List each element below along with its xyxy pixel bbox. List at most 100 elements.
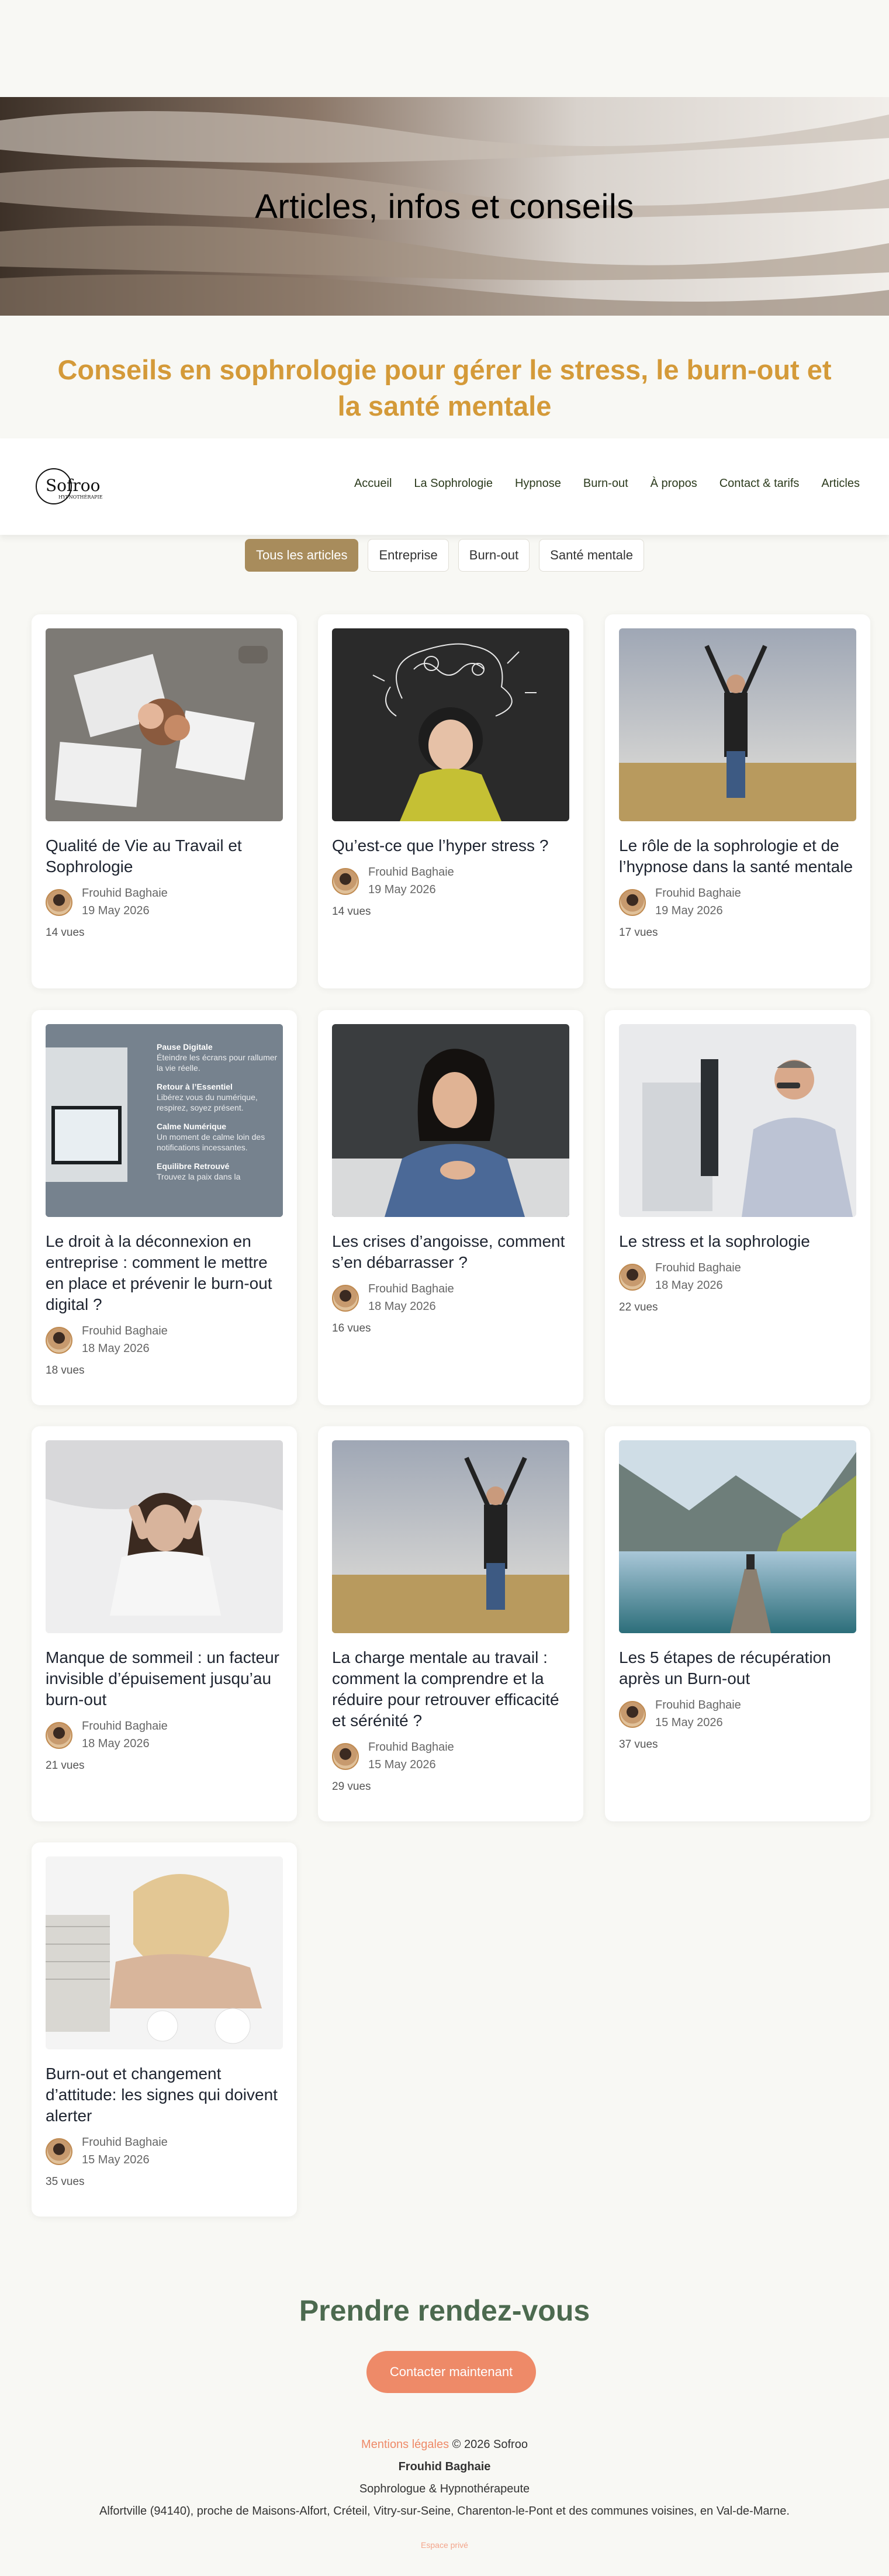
article-image <box>619 1440 856 1633</box>
article-date: 18 May 2026 <box>82 1737 150 1750</box>
article-date: 19 May 2026 <box>655 904 723 917</box>
page-title: Articles, infos et conseils <box>255 187 634 226</box>
article-date: 15 May 2026 <box>655 1716 723 1729</box>
logo-text: Sofroo <box>46 476 101 495</box>
article-image <box>332 1440 569 1633</box>
logo-subtext: HYPNOTHÉRAPIE <box>58 495 103 500</box>
teamwork-hands-image <box>46 628 283 821</box>
author-name: Frouhid Baghaie <box>368 866 454 879</box>
article-image <box>332 628 569 821</box>
author-name: Frouhid Baghaie <box>368 1282 454 1295</box>
article-card[interactable]: Qualité de Vie au Travail et Sophrologie… <box>32 614 297 988</box>
article-title[interactable]: Les crises d’angoisse, comment s’en déba… <box>332 1231 569 1273</box>
author-row: Frouhid Baghaie 18 May 2026 <box>332 1280 569 1315</box>
footer-role: Sophrologue & Hypnothérapeute <box>359 2482 530 2495</box>
author-meta: Frouhid Baghaie 18 May 2026 <box>82 1322 168 1357</box>
author-avatar <box>332 1285 359 1312</box>
detox-item-title: Equilibre Retrouvé <box>157 1161 230 1171</box>
digital-detox-list: Pause Digitale Éteindre les écrans pour … <box>157 1042 279 1182</box>
author-avatar <box>332 868 359 895</box>
detox-item-text: Éteindre les écrans pour rallumer la vie… <box>157 1053 278 1073</box>
footer-legal-line: Mentions légales © 2026 Sofroo <box>0 2433 889 2456</box>
author-name: Frouhid Baghaie <box>655 1699 741 1711</box>
nav-link-contact[interactable]: Contact & tarifs <box>719 477 800 490</box>
detox-item-text: Libérez vous du numérique, respirez, soy… <box>157 1092 258 1112</box>
author-avatar <box>619 1701 646 1728</box>
author-avatar <box>46 2138 72 2165</box>
page-subtitle: Conseils en sophrologie pour gérer le st… <box>57 354 832 421</box>
article-card[interactable]: Manque de sommeil : un facteur invisible… <box>32 1426 297 1821</box>
nav-link-articles[interactable]: Articles <box>821 477 860 490</box>
author-name: Frouhid Baghaie <box>368 1741 454 1754</box>
article-views: 29 vues <box>332 1780 371 1793</box>
detox-item-title: Retour à l’Essentiel <box>157 1082 233 1091</box>
private-space-link[interactable]: Espace privé <box>0 2540 889 2550</box>
article-image <box>619 1024 856 1217</box>
author-row: Frouhid Baghaie 19 May 2026 <box>332 863 569 898</box>
filter-entreprise[interactable]: Entreprise <box>368 539 449 572</box>
lake-pier-image <box>619 1440 856 1633</box>
author-row: Frouhid Baghaie 15 May 2026 <box>46 2134 283 2169</box>
filter-all[interactable]: Tous les articles <box>244 539 359 572</box>
article-image: Pause Digitale Éteindre les écrans pour … <box>46 1024 283 1217</box>
nav-link-sophrologie[interactable]: La Sophrologie <box>414 477 493 490</box>
author-avatar <box>46 889 72 916</box>
article-image <box>332 1024 569 1217</box>
article-title[interactable]: La charge mentale au travail : comment l… <box>332 1647 569 1731</box>
article-card[interactable]: Les crises d’angoisse, comment s’en déba… <box>318 1010 583 1405</box>
article-title[interactable]: Qualité de Vie au Travail et Sophrologie <box>46 835 283 877</box>
author-meta: Frouhid Baghaie 15 May 2026 <box>655 1696 741 1731</box>
article-title[interactable]: Manque de sommeil : un facteur invisible… <box>46 1647 283 1710</box>
article-title[interactable]: Les 5 étapes de récupération après un Bu… <box>619 1647 856 1689</box>
article-card[interactable]: Burn-out et changement d’attitude: les s… <box>32 1842 297 2217</box>
article-image <box>46 1856 283 2049</box>
article-title[interactable]: Burn-out et changement d’attitude: les s… <box>46 2063 283 2127</box>
navbar: Sofroo HYPNOTHÉRAPIE Accueil La Sophrolo… <box>0 438 889 535</box>
article-card[interactable]: La charge mentale au travail : comment l… <box>318 1426 583 1821</box>
article-title[interactable]: Le rôle de la sophrologie et de l’hypnos… <box>619 835 856 877</box>
hero-banner: Articles, infos et conseils <box>0 97 889 316</box>
copyright-text: © 2026 Sofroo <box>449 2438 528 2451</box>
nav-link-hypnose[interactable]: Hypnose <box>515 477 561 490</box>
nav-link-a-propos[interactable]: À propos <box>651 477 697 490</box>
author-meta: Frouhid Baghaie 15 May 2026 <box>368 1738 454 1773</box>
filter-burnout[interactable]: Burn-out <box>458 539 530 572</box>
article-title[interactable]: Qu’est-ce que l’hyper stress ? <box>332 835 569 856</box>
article-views: 14 vues <box>332 905 371 918</box>
author-meta: Frouhid Baghaie 15 May 2026 <box>82 2134 168 2169</box>
legal-link[interactable]: Mentions légales <box>361 2438 449 2451</box>
article-card[interactable]: Les 5 étapes de récupération après un Bu… <box>605 1426 870 1821</box>
article-views: 17 vues <box>619 926 658 939</box>
author-row: Frouhid Baghaie 18 May 2026 <box>46 1717 283 1752</box>
article-views: 22 vues <box>619 1301 658 1313</box>
article-card[interactable]: Pause Digitale Éteindre les écrans pour … <box>32 1010 297 1405</box>
author-name: Frouhid Baghaie <box>82 1325 168 1337</box>
author-avatar <box>46 1327 72 1354</box>
footer-name: Frouhid Baghaie <box>398 2460 491 2473</box>
contact-button[interactable]: Contacter maintenant <box>366 2351 536 2393</box>
burnout-desk-image <box>46 1856 283 2049</box>
article-card[interactable]: Le stress et la sophrologie Frouhid Bagh… <box>605 1010 870 1405</box>
author-avatar <box>619 889 646 916</box>
sleepless-woman-image <box>46 1440 283 1633</box>
filter-sante-mentale[interactable]: Santé mentale <box>539 539 645 572</box>
article-title[interactable]: Le droit à la déconnexion en entreprise … <box>46 1231 283 1315</box>
article-image <box>46 1440 283 1633</box>
author-meta: Frouhid Baghaie 18 May 2026 <box>368 1280 454 1315</box>
article-title[interactable]: Le stress et la sophrologie <box>619 1231 856 1252</box>
author-name: Frouhid Baghaie <box>82 2136 168 2149</box>
author-meta: Frouhid Baghaie 19 May 2026 <box>368 863 454 898</box>
article-views: 14 vues <box>46 926 85 939</box>
article-date: 15 May 2026 <box>82 2153 150 2166</box>
author-avatar <box>332 1743 359 1770</box>
article-card[interactable]: Qu’est-ce que l’hyper stress ? Frouhid B… <box>318 614 583 988</box>
author-row: Frouhid Baghaie 18 May 2026 <box>619 1259 856 1294</box>
nav-link-burnout[interactable]: Burn-out <box>583 477 628 490</box>
woman-field-image <box>619 628 856 821</box>
article-card[interactable]: Le rôle de la sophrologie et de l’hypnos… <box>605 614 870 988</box>
article-views: 16 vues <box>332 1322 371 1334</box>
logo[interactable]: Sofroo HYPNOTHÉRAPIE <box>33 465 115 507</box>
author-row: Frouhid Baghaie 19 May 2026 <box>619 884 856 919</box>
nav-link-accueil[interactable]: Accueil <box>354 477 392 490</box>
cta-title: Prendre rendez-vous <box>299 2294 590 2327</box>
